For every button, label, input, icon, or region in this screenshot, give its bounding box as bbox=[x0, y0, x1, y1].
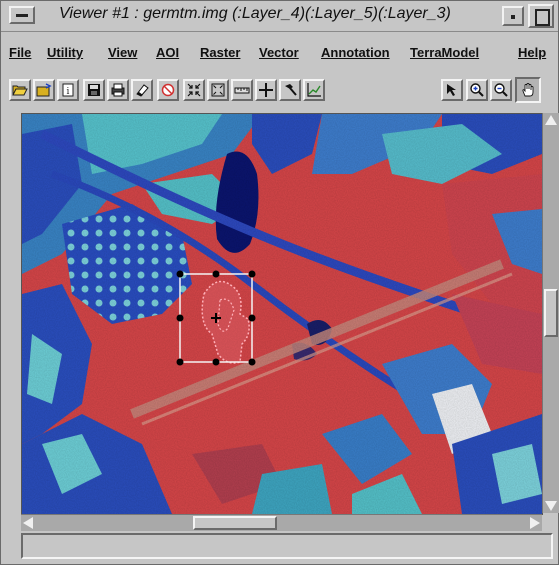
zoom-in-inward-icon bbox=[187, 83, 201, 97]
scroll-down-arrow-icon[interactable] bbox=[545, 501, 557, 511]
fit-to-window-icon bbox=[211, 83, 225, 97]
menu-raster[interactable]: Raster bbox=[200, 45, 240, 60]
menu-help[interactable]: Help bbox=[518, 45, 546, 60]
menu-vector[interactable]: Vector bbox=[259, 45, 299, 60]
zoom-in-icon bbox=[470, 83, 484, 97]
select-pointer-button[interactable] bbox=[441, 79, 463, 101]
window-title: Viewer #1 : germtm.img (:Layer_4)(:Layer… bbox=[59, 5, 451, 22]
image-viewport[interactable] bbox=[21, 113, 543, 515]
resize-handle[interactable] bbox=[176, 314, 184, 322]
clear-view-button[interactable] bbox=[157, 79, 179, 101]
save-icon bbox=[88, 84, 100, 96]
resize-handle[interactable] bbox=[176, 270, 184, 278]
horizontal-scrollbar[interactable] bbox=[21, 514, 542, 531]
profile-button[interactable] bbox=[303, 79, 325, 101]
clear-view-icon bbox=[161, 83, 175, 97]
minimize-button[interactable] bbox=[502, 6, 524, 26]
zoom-out-icon bbox=[494, 83, 508, 97]
print-button[interactable] bbox=[107, 79, 129, 101]
menu-bar: File Utility View AOI Raster Vector Anno… bbox=[1, 45, 558, 65]
save-button[interactable] bbox=[83, 79, 105, 101]
eraser-button[interactable] bbox=[131, 79, 153, 101]
hammer-button[interactable] bbox=[279, 79, 301, 101]
status-bar bbox=[21, 533, 553, 559]
info-button[interactable]: i bbox=[57, 79, 79, 101]
pan-hand-button[interactable] bbox=[515, 77, 541, 103]
horizontal-scroll-thumb[interactable] bbox=[193, 516, 277, 530]
zoom-in-button[interactable] bbox=[466, 79, 488, 101]
vertical-scrollbar[interactable] bbox=[542, 113, 559, 513]
hammer-icon bbox=[285, 84, 297, 96]
toolbar: i bbox=[1, 77, 558, 107]
resize-handle[interactable] bbox=[212, 270, 220, 278]
eraser-icon bbox=[136, 84, 149, 97]
raster-image bbox=[22, 114, 542, 514]
zoom-out-button[interactable] bbox=[490, 79, 512, 101]
resize-handle[interactable] bbox=[248, 270, 256, 278]
measure-icon bbox=[234, 87, 250, 94]
svg-text:i: i bbox=[67, 87, 70, 97]
crosshair-button[interactable] bbox=[255, 79, 277, 101]
window-menu-button[interactable] bbox=[9, 6, 35, 24]
zoom-inward-button[interactable] bbox=[183, 79, 205, 101]
menu-utility[interactable]: Utility bbox=[47, 45, 83, 60]
open-folder-button[interactable] bbox=[9, 79, 31, 101]
resize-handle[interactable] bbox=[248, 314, 256, 322]
resize-handle[interactable] bbox=[212, 358, 220, 366]
scroll-right-arrow-icon[interactable] bbox=[530, 517, 540, 529]
scroll-left-arrow-icon[interactable] bbox=[23, 517, 33, 529]
crosshair-icon bbox=[259, 83, 273, 97]
pan-hand-icon bbox=[522, 83, 534, 97]
print-icon bbox=[111, 83, 125, 97]
open-layer-icon bbox=[36, 83, 52, 97]
title-bar[interactable]: Viewer #1 : germtm.img (:Layer_4)(:Layer… bbox=[1, 1, 558, 32]
viewer-window: Viewer #1 : germtm.img (:Layer_4)(:Layer… bbox=[0, 0, 559, 565]
menu-terramodel[interactable]: TerraModel bbox=[410, 45, 479, 60]
menu-aoi[interactable]: AOI bbox=[156, 45, 179, 60]
info-icon: i bbox=[62, 83, 74, 97]
select-pointer-icon bbox=[447, 84, 456, 96]
open-layer-button[interactable] bbox=[33, 79, 55, 101]
resize-handle[interactable] bbox=[248, 358, 256, 366]
measure-button[interactable] bbox=[231, 79, 253, 101]
profile-icon bbox=[307, 83, 321, 97]
fit-to-window-button[interactable] bbox=[207, 79, 229, 101]
maximize-button[interactable] bbox=[528, 4, 554, 28]
menu-view[interactable]: View bbox=[108, 45, 137, 60]
vertical-scroll-thumb[interactable] bbox=[544, 289, 558, 337]
resize-handle[interactable] bbox=[176, 358, 184, 366]
open-folder-icon bbox=[12, 85, 28, 96]
menu-file[interactable]: File bbox=[9, 45, 31, 60]
scroll-up-arrow-icon[interactable] bbox=[545, 115, 557, 125]
menu-annotation[interactable]: Annotation bbox=[321, 45, 390, 60]
